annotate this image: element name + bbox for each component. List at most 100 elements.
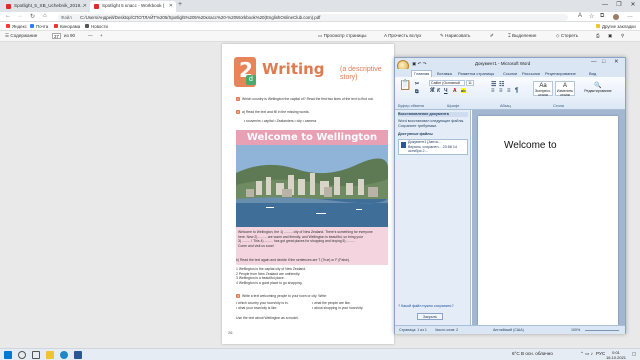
clock[interactable]: 0:01 16.10.2021	[606, 350, 626, 360]
contents-button[interactable]: ☰ Содержание	[5, 33, 37, 39]
highlight-icon[interactable]: ✐	[490, 33, 494, 39]
edge-icon[interactable]	[60, 351, 68, 359]
print-icon[interactable]: ⎙	[596, 33, 600, 38]
task-view-icon[interactable]	[32, 351, 40, 359]
read-aloud-icon[interactable]: A	[578, 13, 582, 19]
italic-icon[interactable]: К	[437, 88, 440, 94]
notifications-icon[interactable]: ▢	[632, 351, 636, 357]
minimize-icon[interactable]: —	[591, 59, 597, 65]
other-bookmarks[interactable]: Другие закладки	[596, 24, 636, 29]
explorer-icon[interactable]	[46, 351, 54, 359]
quick-styles-button[interactable]: Aa Экспресс-стили	[533, 81, 553, 97]
maximize-icon[interactable]: □	[602, 59, 605, 65]
close-pane-button[interactable]: Закрыть	[417, 313, 443, 320]
align-right-icon[interactable]: ≡	[507, 88, 511, 94]
bold-icon[interactable]: Ж	[430, 88, 435, 94]
zoom-out-icon[interactable]: —	[88, 33, 93, 38]
close-tab-icon[interactable]: ✕	[83, 3, 87, 9]
home-icon[interactable]: ⌂	[43, 13, 47, 19]
more-icon[interactable]: …	[627, 13, 633, 19]
status-page[interactable]: Страница: 1 из 1	[399, 328, 427, 332]
undo-icon[interactable]: ↶	[418, 61, 422, 66]
tab-references[interactable]: Ссылки	[503, 71, 517, 76]
taskbar: 6°C В осн. облачно ⌃ ▭ ♪ РУС 0:01 16.10.…	[0, 348, 640, 360]
select-button[interactable]: ⌶ Выделение	[508, 33, 536, 38]
bookmark-yandex[interactable]: Яндекс	[6, 24, 27, 29]
editing-button[interactable]: 🔍 Редактирование	[581, 81, 615, 96]
maximize-icon[interactable]: ❐	[612, 0, 626, 12]
align-left-icon[interactable]: ≡	[491, 88, 495, 94]
close-icon[interactable]: ✕	[614, 59, 619, 65]
tab-review[interactable]: Рецензирование	[545, 71, 576, 76]
which-file-link[interactable]: ? Какой файл нужно сохранить?	[398, 304, 454, 309]
unit-badge: 2 d	[234, 57, 256, 87]
zoom-in-icon[interactable]: +	[100, 33, 103, 38]
pdf-icon	[6, 4, 11, 9]
change-styles-button[interactable]: A Изменить стили	[555, 81, 575, 97]
weather[interactable]: 6°C В осн. облачно	[512, 351, 553, 356]
erase-button[interactable]: ◇ Стереть	[556, 33, 578, 39]
avatar[interactable]	[613, 14, 619, 20]
input-language[interactable]: РУС	[596, 351, 605, 356]
group-clipboard: Буфер обмена	[398, 104, 424, 108]
bullets-icon[interactable]: ☰	[491, 81, 496, 88]
document-page[interactable]: Welcome to	[478, 116, 618, 325]
save-icon[interactable]: ▣	[608, 33, 612, 39]
align-center-icon[interactable]: ≡	[499, 88, 503, 94]
back-icon[interactable]: ←	[5, 13, 11, 19]
new-tab-button[interactable]: +	[178, 1, 182, 8]
browser-tab[interactable]: Spotlight_5_SB_Uchebnik_2019... ✕	[2, 1, 90, 12]
window-controls: — ❐ ✕	[598, 0, 640, 12]
reload-icon[interactable]: ↻	[30, 13, 35, 20]
tray-icons[interactable]: ⌃ ▭ ♪	[580, 351, 593, 357]
browser-tab-active[interactable]: Spotlight 5 класс - Workbook ( ✕	[90, 1, 176, 12]
favorites-icon[interactable]: ☆	[589, 13, 594, 20]
document-area: Welcome to	[472, 110, 625, 325]
status-language[interactable]: Английский (США)	[493, 328, 524, 332]
pin-icon[interactable]: ⚲	[621, 33, 624, 39]
word-title: Документ1 - Microsoft Word	[475, 61, 531, 66]
pilcrow-icon[interactable]: ¶	[515, 88, 518, 94]
font-name-select[interactable]: Calibri (Основной те	[429, 80, 465, 90]
recovered-file-info: Версия, сохранен... 23:58 14 октября 2..…	[408, 144, 457, 154]
bookmark-kinorama[interactable]: Кинорама	[54, 24, 80, 29]
bookmarks-bar: Яндекс Почта Кинорама Новости Другие зак…	[0, 22, 640, 31]
tab-mailings[interactable]: Рассылки	[522, 71, 540, 76]
bookmark-mail[interactable]: Почта	[30, 24, 48, 29]
font-size-select[interactable]: 11	[466, 80, 474, 86]
cut-icon[interactable]: ✂	[415, 81, 419, 87]
recovered-file-item[interactable]: Документ1 [Автос... Версия, сохранен... …	[398, 139, 468, 155]
copy-icon[interactable]: ⧉	[415, 89, 419, 95]
save-icon[interactable]: ▣	[412, 61, 416, 66]
page-view-button[interactable]: ▭ Просмотр страницы	[318, 33, 366, 39]
highlight-icon[interactable]: ab	[461, 88, 466, 93]
paste-icon[interactable]: 📋	[399, 80, 411, 91]
start-icon[interactable]	[4, 351, 12, 359]
status-words[interactable]: Число слов: 2	[435, 328, 458, 332]
zoom-slider[interactable]	[585, 330, 619, 331]
close-icon[interactable]: ✕	[626, 0, 640, 12]
url-field[interactable]: Файл C:/Users/Андрей/Desktop/СПОТЛАЙТ%20…	[58, 13, 568, 21]
tab-insert[interactable]: Вставка	[437, 71, 452, 76]
browser-tab-bar: Spotlight_5_SB_Uchebnik_2019... ✕ Spotli…	[0, 0, 640, 12]
draw-button[interactable]: ✎ Нарисовать	[440, 33, 470, 39]
collections-icon[interactable]: ⧉	[600, 13, 604, 20]
tab-page-layout[interactable]: Разметка страницы	[458, 71, 494, 76]
bookmark-news[interactable]: Новости	[85, 24, 108, 29]
forward-icon[interactable]: →	[17, 13, 23, 19]
minimize-icon[interactable]: —	[598, 0, 612, 12]
font-color-icon[interactable]: A	[453, 88, 457, 94]
group-font: Шрифт	[447, 104, 460, 108]
tab-label: Spotlight_5_SB_Uchebnik_2019...	[14, 3, 84, 8]
document-text[interactable]: Welcome to	[504, 140, 557, 151]
tab-home[interactable]: Главная	[411, 69, 433, 77]
search-icon[interactable]	[18, 351, 26, 359]
tab-view[interactable]: Вид	[589, 71, 596, 76]
page-number-input[interactable]: 27	[52, 33, 61, 39]
underline-icon[interactable]: Ч	[444, 88, 448, 94]
read-aloud-button[interactable]: A Прочесть вслух	[384, 33, 421, 38]
redo-icon[interactable]: ↷	[423, 61, 427, 66]
numbering-icon[interactable]: ☷	[499, 81, 504, 88]
word-taskbar-icon[interactable]	[74, 351, 82, 359]
close-tab-icon[interactable]: ✕	[169, 3, 173, 9]
